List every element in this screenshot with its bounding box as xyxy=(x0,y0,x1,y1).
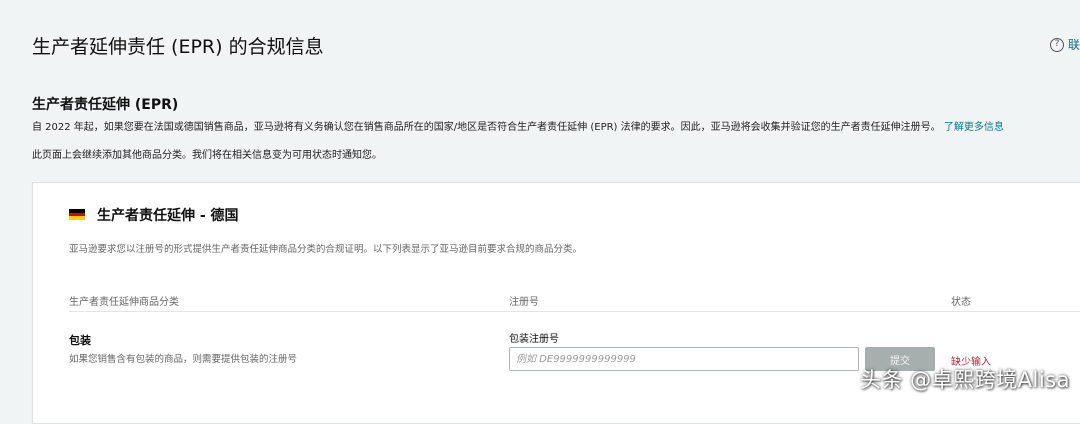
help-icon: ? xyxy=(1049,37,1064,52)
card-title: 生产者责任延伸 - 德国 xyxy=(97,208,239,224)
card-description: 亚马逊要求您以注册号的形式提供生产者责任延伸商品分类的合规证明。以下列表显示了亚… xyxy=(69,244,583,255)
learn-more-link[interactable]: 了解更多信息 xyxy=(944,122,1004,133)
flag-stripe-gold xyxy=(69,216,85,221)
registration-field-label: 包装注册号 xyxy=(509,334,559,345)
category-name: 包装 xyxy=(69,334,91,347)
table-divider xyxy=(69,311,1080,312)
help-label: 联 xyxy=(1067,38,1080,52)
help-link[interactable]: ? 联 xyxy=(1049,36,1080,53)
germany-flag-icon xyxy=(69,209,85,221)
section-heading: 生产者责任延伸 (EPR) xyxy=(32,97,179,113)
category-description: 如果您销售含有包装的商品，则需要提供包装的注册号 xyxy=(69,354,298,365)
page-title: 生产者延伸责任 (EPR) 的合规信息 xyxy=(32,36,324,58)
watermark: 头条 @卓熙跨境Alisa xyxy=(859,368,1070,392)
column-header-category: 生产者责任延伸商品分类 xyxy=(69,297,179,308)
column-header-status: 状态 xyxy=(951,297,971,308)
intro-paragraph: 自 2022 年起，如果您要在法国或德国销售商品，亚马逊将有义务确认您在销售商品… xyxy=(32,118,1004,133)
intro-text: 自 2022 年起，如果您要在法国或德国销售商品，亚马逊将有义务确认您在销售商品… xyxy=(32,122,941,133)
intro-note: 此页面上会继续添加其他商品分类。我们将在相关信息变为可用状态时通知您。 xyxy=(32,150,382,161)
packaging-registration-input[interactable] xyxy=(509,347,859,371)
column-header-registration: 注册号 xyxy=(509,297,539,308)
